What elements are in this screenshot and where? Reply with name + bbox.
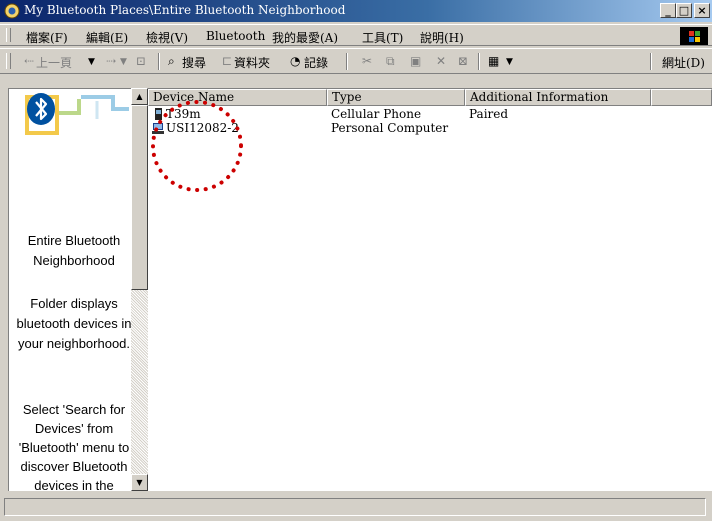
folders-icon[interactable]: ⊏	[222, 54, 232, 68]
toolbar-separator	[346, 53, 348, 70]
device-type: Cellular Phone	[331, 107, 422, 121]
window-title: My Bluetooth Places\Entire Bluetooth Nei…	[24, 3, 346, 17]
search-icon[interactable]: ⌕	[168, 54, 175, 69]
up-folder-icon[interactable]: ⊡	[136, 54, 146, 68]
status-text-field	[4, 498, 706, 516]
views-icon[interactable]: ▦	[488, 54, 499, 68]
title-bar[interactable]: My Bluetooth Places\Entire Bluetooth Nei…	[0, 0, 712, 22]
maximize-button[interactable]: □	[676, 3, 692, 18]
menu-bar: 檔案(F) 編輯(E) 檢視(V) Bluetooth 我的最愛(A) 工具(T…	[0, 24, 712, 46]
device-info: Paired	[469, 107, 509, 121]
back-arrow-icon[interactable]: ⇠	[24, 54, 34, 68]
pane-hint-line: Devices' from	[34, 421, 114, 436]
history-icon[interactable]: ◔	[290, 54, 300, 68]
menu-file[interactable]: 檔案(F)	[26, 29, 68, 46]
pane-heading-line: Neighborhood	[33, 253, 115, 268]
device-type: Personal Computer	[331, 121, 449, 135]
pane-heading-line: Entire Bluetooth	[27, 233, 121, 248]
minimize-button[interactable]: _	[660, 3, 676, 18]
history-button[interactable]: 記錄	[304, 54, 328, 71]
menu-grip[interactable]	[6, 28, 11, 42]
menu-help[interactable]: 說明(H)	[420, 29, 464, 46]
menu-tools[interactable]: 工具(T)	[362, 29, 403, 46]
toolbar-separator	[650, 53, 652, 70]
copy-icon[interactable]: ⧉	[386, 54, 395, 69]
cut-icon[interactable]: ✂	[362, 54, 372, 68]
scroll-up-button[interactable]: ▲	[131, 88, 148, 105]
menu-bluetooth[interactable]: Bluetooth	[206, 29, 265, 43]
pane-hint-line: discover Bluetooth	[20, 459, 128, 474]
status-bar	[0, 496, 712, 521]
bluetooth-places-icon	[4, 3, 20, 19]
menu-favorites[interactable]: 我的最愛(A)	[272, 29, 338, 46]
folders-button[interactable]: 資料夾	[234, 54, 270, 71]
pane-description-line: bluetooth devices in	[16, 316, 132, 331]
toolbar-separator	[478, 53, 480, 70]
windows-logo-icon	[680, 27, 708, 45]
toolbar: ⇠ 上一頁 ▼ ⇢ ▼ ⊡ ⌕ 搜尋 ⊏ 資料夾 ◔ 記錄 ✂ ⧉ ▣ ✕ ⊠ …	[0, 48, 712, 74]
views-dropdown-icon[interactable]: ▼	[506, 57, 513, 67]
back-dropdown-icon[interactable]: ▼	[88, 57, 95, 67]
pane-hint-line: devices in the	[34, 478, 114, 491]
column-header-additional-information[interactable]: Additional Information	[465, 89, 651, 106]
delete-icon[interactable]: ✕	[436, 54, 446, 68]
column-header-type[interactable]: Type	[327, 89, 465, 106]
pane-description-line: your neighborhood.	[17, 336, 131, 351]
back-button[interactable]: 上一頁	[36, 54, 72, 71]
menu-view[interactable]: 檢視(V)	[146, 29, 188, 46]
search-button[interactable]: 搜尋	[182, 54, 206, 71]
annotation-circle	[151, 100, 243, 192]
pane-description-line: Folder displays	[30, 296, 118, 311]
toolbar-grip[interactable]	[6, 53, 11, 69]
menu-edit[interactable]: 編輯(E)	[86, 29, 128, 46]
forward-dropdown-icon[interactable]: ▼	[120, 57, 127, 67]
info-pane-scrollbar[interactable]: ▲ ▼	[131, 88, 148, 491]
pane-hint-line: Select 'Search for	[22, 402, 126, 417]
toolbar-separator	[158, 53, 160, 70]
properties-icon[interactable]: ⊠	[458, 54, 468, 68]
info-pane: Entire Bluetooth Neighborhood Folder dis…	[8, 88, 148, 491]
close-button[interactable]: ×	[694, 3, 710, 18]
pane-hint-line: 'Bluetooth' menu to	[18, 440, 130, 455]
paste-icon[interactable]: ▣	[410, 54, 421, 68]
bluetooth-banner-icon	[25, 93, 129, 135]
address-label[interactable]: 網址(D)	[662, 54, 705, 71]
column-header-filler	[651, 89, 712, 106]
scroll-down-button[interactable]: ▼	[131, 474, 148, 491]
scroll-thumb[interactable]	[131, 105, 148, 290]
forward-arrow-icon[interactable]: ⇢	[106, 54, 116, 68]
